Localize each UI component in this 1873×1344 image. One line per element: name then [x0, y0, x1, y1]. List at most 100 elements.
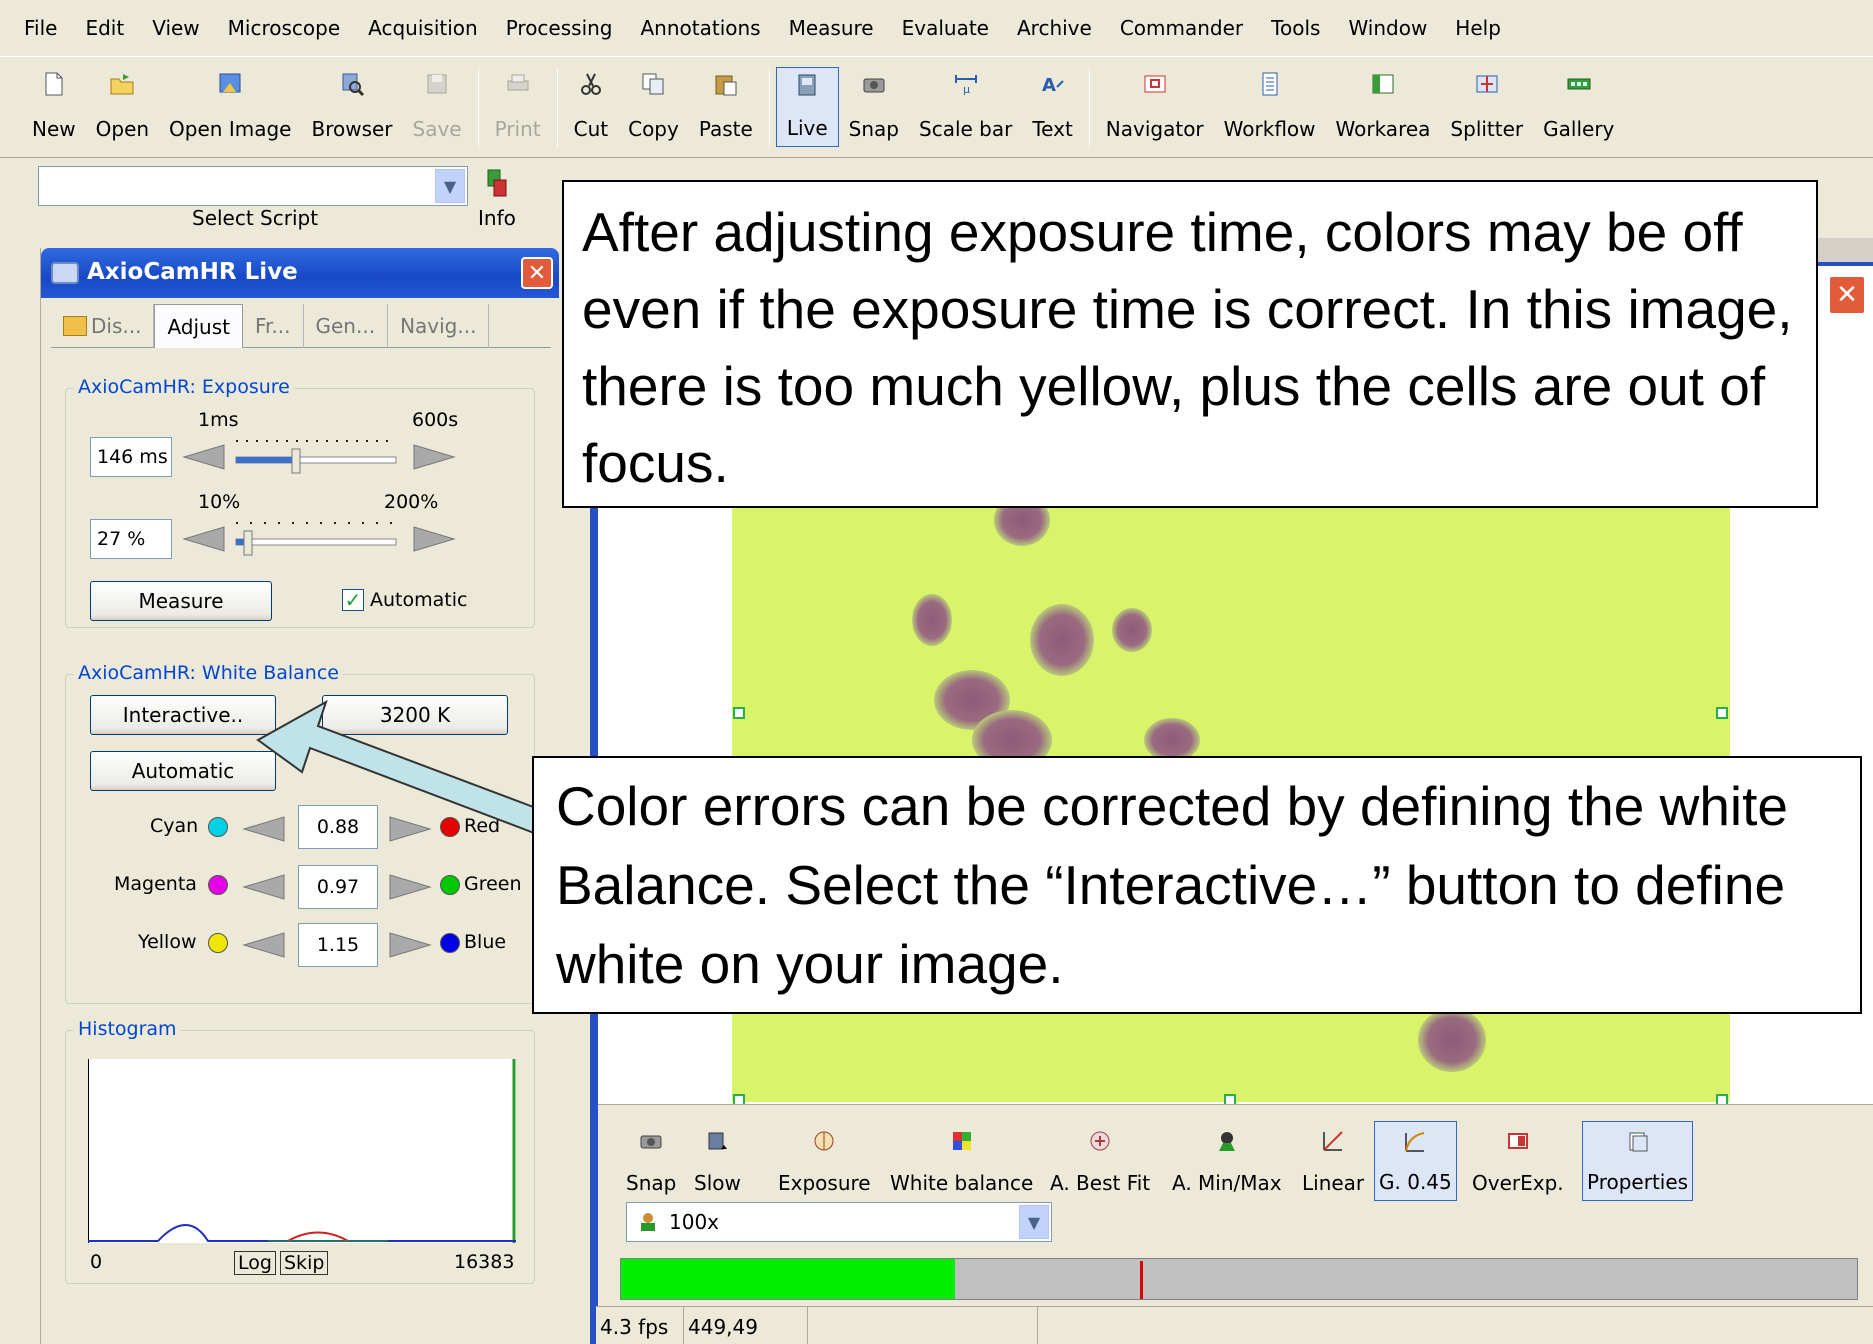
print-button[interactable]: Print — [485, 67, 551, 147]
open-image-button[interactable]: Open Image — [159, 67, 301, 147]
menu-commander[interactable]: Commander — [1106, 16, 1257, 40]
exposure-time-slider[interactable] — [232, 431, 402, 481]
yellow-blue-increase-arrow[interactable] — [388, 931, 432, 959]
magenta-dot-icon — [208, 875, 228, 895]
overexposure-button[interactable]: OverExp. — [1468, 1121, 1568, 1201]
gamma-button[interactable]: G. 0.45 — [1374, 1121, 1457, 1201]
workflow-button[interactable]: Workflow — [1214, 67, 1326, 147]
gallery-button[interactable]: Gallery — [1533, 67, 1624, 147]
main-toolbar: New Open Open Image Browser Save Print C… — [0, 56, 1873, 158]
menu-evaluate[interactable]: Evaluate — [888, 16, 1003, 40]
magenta-green-decrease-arrow[interactable] — [242, 873, 286, 901]
gallery-icon — [1567, 78, 1591, 90]
menu-help[interactable]: Help — [1441, 16, 1515, 40]
slow-button[interactable]: Slow — [690, 1121, 745, 1201]
exposure-time-increase-arrow[interactable] — [412, 443, 456, 471]
tab-display[interactable]: Dis... — [51, 304, 155, 348]
tab-frame[interactable]: Fr... — [243, 304, 304, 348]
callout-arrow — [256, 700, 554, 838]
histogram-group: Histogram 0 Log Skip 16383 — [65, 1018, 535, 1284]
navigator-button[interactable]: Navigator — [1096, 67, 1214, 147]
menu-tools[interactable]: Tools — [1257, 16, 1334, 40]
menu-annotations[interactable]: Annotations — [627, 16, 775, 40]
objective-icon — [641, 1213, 655, 1231]
live-button[interactable]: Live — [775, 67, 839, 147]
automatic-white-balance-button[interactable]: Automatic — [90, 751, 276, 791]
script-info-icon[interactable] — [484, 168, 510, 198]
selection-handle[interactable] — [733, 707, 745, 719]
histogram-skip-button[interactable]: Skip — [280, 1251, 329, 1275]
menu-microscope[interactable]: Microscope — [214, 16, 354, 40]
histogram-plot — [88, 1059, 516, 1243]
white-balance-button[interactable]: White balance — [886, 1121, 1037, 1201]
magenta-green-increase-arrow[interactable] — [388, 873, 432, 901]
linear-button[interactable]: Linear — [1298, 1121, 1368, 1201]
menu-measure[interactable]: Measure — [775, 16, 888, 40]
chevron-down-icon[interactable]: ▼ — [1019, 1205, 1049, 1239]
live-snap-button[interactable]: Snap — [622, 1121, 680, 1201]
menu-window[interactable]: Window — [1334, 16, 1441, 40]
browser-button[interactable]: Browser — [301, 67, 402, 147]
scale-bar-button[interactable]: µ Scale bar — [909, 67, 1022, 147]
white-balance-icon — [952, 1132, 971, 1150]
blue-label: Blue — [464, 931, 507, 953]
svg-text:A: A — [1042, 75, 1056, 96]
open-button[interactable]: Open — [86, 67, 159, 147]
exposure-button[interactable]: Exposure — [774, 1121, 875, 1201]
close-icon[interactable]: ✕ — [1828, 275, 1866, 315]
green-dot-icon — [440, 875, 460, 895]
cut-button[interactable]: Cut — [564, 67, 618, 147]
save-button[interactable]: Save — [403, 67, 472, 147]
cyan-dot-icon — [208, 817, 228, 837]
menu-file[interactable]: File — [10, 16, 71, 40]
best-fit-button[interactable]: A. Best Fit — [1046, 1121, 1154, 1201]
workarea-button[interactable]: Workarea — [1326, 67, 1441, 147]
yellow-blue-decrease-arrow[interactable] — [242, 931, 286, 959]
menu-bar: File Edit View Microscope Acquisition Pr… — [0, 0, 1873, 56]
exposure-gain-slider[interactable] — [232, 513, 402, 563]
new-button[interactable]: New — [22, 67, 86, 147]
selection-handle[interactable] — [1716, 707, 1728, 719]
magenta-green-value[interactable]: 0.97 — [298, 865, 378, 909]
snap-button[interactable]: Snap — [839, 67, 909, 147]
automatic-exposure-label: Automatic — [370, 589, 468, 611]
chevron-down-icon[interactable]: ▼ — [435, 169, 465, 203]
paste-button[interactable]: Paste — [689, 67, 763, 147]
exposure-gain-field[interactable]: 27 % — [90, 519, 172, 559]
histogram-log-button[interactable]: Log — [234, 1251, 276, 1275]
measure-button[interactable]: Measure — [90, 581, 272, 621]
camera-icon — [640, 1135, 662, 1149]
menu-processing[interactable]: Processing — [492, 16, 627, 40]
magenta-label: Magenta — [114, 873, 197, 895]
menu-archive[interactable]: Archive — [1003, 16, 1106, 40]
text-button[interactable]: A Text — [1022, 67, 1082, 147]
yellow-blue-value[interactable]: 1.15 — [298, 923, 378, 967]
browser-icon — [342, 73, 365, 97]
menu-view[interactable]: View — [138, 16, 213, 40]
panel-title-bar[interactable]: AxioCamHR Live ✕ — [41, 248, 559, 298]
close-icon[interactable]: ✕ — [521, 257, 553, 289]
exposure-gain-increase-arrow[interactable] — [412, 525, 456, 553]
exposure-time-decrease-arrow[interactable] — [182, 443, 226, 471]
exposure-time-field[interactable]: 146 ms — [90, 437, 172, 477]
splitter-button[interactable]: Splitter — [1440, 67, 1533, 147]
histogram-min-label: 0 — [90, 1251, 103, 1273]
tab-general[interactable]: Gen... — [304, 304, 389, 348]
min-max-icon — [1218, 1132, 1235, 1151]
objective-select[interactable]: 100x ▼ — [626, 1202, 1052, 1242]
menu-edit[interactable]: Edit — [71, 16, 138, 40]
fps-readout: 4.3 fps — [596, 1307, 684, 1344]
interactive-white-balance-button[interactable]: Interactive.. — [90, 695, 276, 735]
menu-acquisition[interactable]: Acquisition — [354, 16, 492, 40]
automatic-exposure-checkbox[interactable]: ✓ — [342, 588, 364, 612]
tab-adjust[interactable]: Adjust — [154, 304, 243, 348]
properties-button[interactable]: Properties — [1582, 1121, 1694, 1201]
script-select[interactable]: ▼ — [38, 166, 468, 206]
cyan-label: Cyan — [150, 815, 199, 837]
save-disk-icon — [427, 74, 447, 94]
copy-button[interactable]: Copy — [618, 67, 689, 147]
scale-bar-icon: µ — [954, 75, 977, 96]
tab-navigation[interactable]: Navig... — [388, 304, 490, 348]
min-max-button[interactable]: A. Min/Max — [1168, 1121, 1286, 1201]
exposure-gain-decrease-arrow[interactable] — [182, 525, 226, 553]
